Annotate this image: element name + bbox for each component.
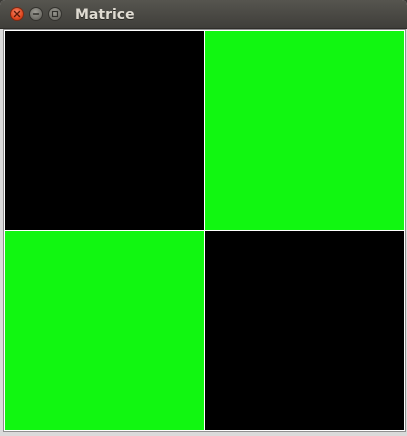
minimize-icon xyxy=(32,13,40,15)
close-icon xyxy=(13,10,21,18)
close-button[interactable] xyxy=(10,7,24,21)
app-window: Matrice xyxy=(0,0,407,436)
minimize-button[interactable] xyxy=(29,7,43,21)
matrix-grid xyxy=(5,31,404,430)
matrix-canvas[interactable] xyxy=(3,29,406,432)
maximize-icon xyxy=(51,10,59,18)
maximize-button[interactable] xyxy=(48,7,62,21)
title-bar[interactable]: Matrice xyxy=(0,0,407,29)
matrix-cell-r1-c0[interactable] xyxy=(5,231,204,430)
matrix-cell-r0-c0[interactable] xyxy=(5,31,204,230)
matrix-cell-r1-c1[interactable] xyxy=(205,231,404,430)
window-title: Matrice xyxy=(75,7,135,23)
matrix-cell-r0-c1[interactable] xyxy=(205,31,404,230)
